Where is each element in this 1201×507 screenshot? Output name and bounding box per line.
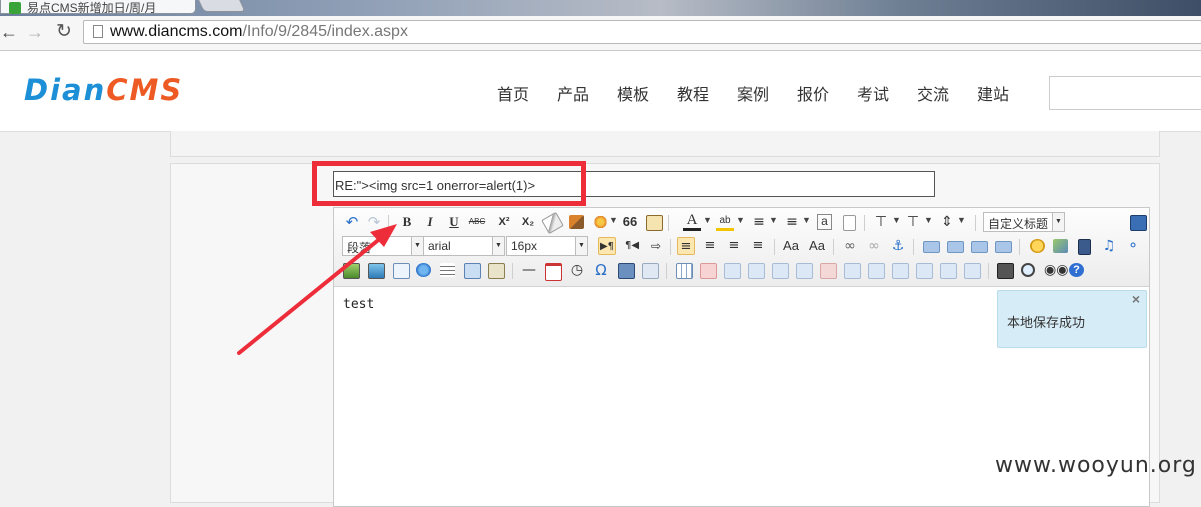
watermark: www.wooyun.org xyxy=(995,453,1197,478)
annotation-arrow xyxy=(237,224,397,355)
